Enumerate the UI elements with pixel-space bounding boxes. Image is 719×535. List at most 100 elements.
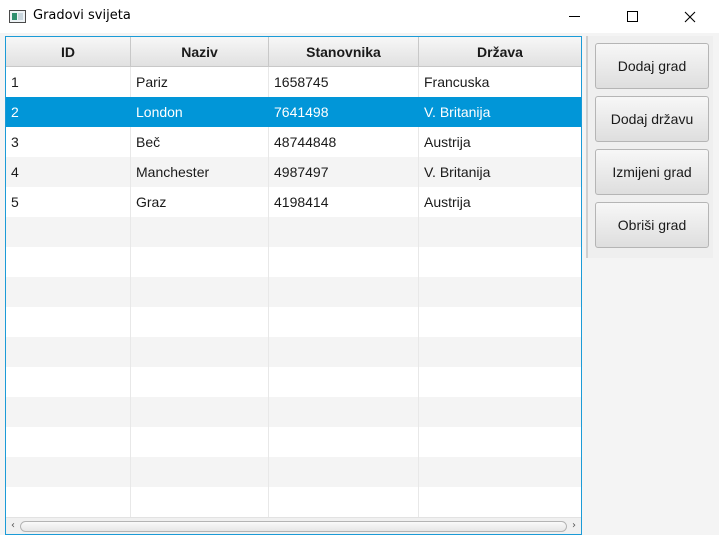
table-cell	[269, 247, 419, 277]
table-cell	[131, 247, 269, 277]
table-cell: 7641498	[269, 97, 419, 127]
table-cell: 2	[6, 97, 131, 127]
column-header-id[interactable]: ID	[6, 37, 131, 67]
table-cell: Manchester	[131, 157, 269, 187]
table-cell: Graz	[131, 187, 269, 217]
table-cell	[6, 367, 131, 397]
table-cell	[419, 307, 581, 337]
content-area: ID Naziv Stanovnika Država 1 Pariz 1658745…	[0, 33, 719, 535]
table-cell	[419, 367, 581, 397]
column-header-drzava[interactable]: Država	[419, 37, 581, 67]
table-cell	[6, 337, 131, 367]
empty-table-row[interactable]	[6, 457, 581, 487]
maximize-button[interactable]	[603, 0, 661, 33]
table-cell	[131, 277, 269, 307]
empty-table-row[interactable]	[6, 247, 581, 277]
table-cell	[269, 217, 419, 247]
table-cell: 4987497	[269, 157, 419, 187]
empty-table-row[interactable]	[6, 337, 581, 367]
window-title: Gradovi svijeta	[33, 8, 131, 23]
action-panel: Dodaj grad Dodaj državu Izmijeni grad Ob…	[586, 36, 713, 258]
table-cell: Beč	[131, 127, 269, 157]
column-header-stanovnika[interactable]: Stanovnika	[269, 37, 419, 67]
table-cell	[6, 487, 131, 517]
table-cell	[6, 217, 131, 247]
table-cell	[6, 427, 131, 457]
table-cell: Francuska	[424, 74, 490, 90]
table-cell: Pariz	[131, 67, 269, 97]
table-cell	[6, 277, 131, 307]
table-cell	[269, 487, 419, 517]
table-cell	[131, 457, 269, 487]
add-country-button[interactable]: Dodaj državu	[595, 96, 709, 142]
table-cell	[131, 337, 269, 367]
table-cell	[419, 427, 581, 457]
table-cell: 4	[6, 157, 131, 187]
table-cell: 48744848	[269, 127, 419, 157]
column-header-naziv[interactable]: Naziv	[131, 37, 269, 67]
table-cell	[6, 457, 131, 487]
table-cell: London	[131, 97, 269, 127]
table-row[interactable]: 2 London 7641498 V. Britanija	[6, 97, 581, 127]
table-cell	[419, 457, 581, 487]
delete-city-button[interactable]: Obriši grad	[595, 202, 709, 248]
table-cell: Austrija	[424, 194, 471, 210]
table-cell	[131, 217, 269, 247]
table-cell	[419, 397, 581, 427]
table-row[interactable]: 1 Pariz 1658745 Francuska	[6, 67, 581, 97]
table-row[interactable]: 5 Graz 4198414 Austrija	[6, 187, 581, 217]
table-cell	[131, 427, 269, 457]
table-cell: V. Britanija	[424, 104, 491, 120]
title-bar: Gradovi svijeta	[0, 0, 719, 33]
scroll-right-icon[interactable]: ›	[568, 520, 580, 532]
table-cell: 4198414	[269, 187, 419, 217]
table-cell	[419, 277, 581, 307]
minimize-button[interactable]	[545, 0, 603, 33]
table-header: ID Naziv Stanovnika Država	[6, 37, 581, 67]
table-cell	[6, 307, 131, 337]
table-cell	[6, 397, 131, 427]
empty-table-row[interactable]	[6, 307, 581, 337]
table-cell: 5	[6, 187, 131, 217]
minimize-icon	[568, 16, 580, 17]
scroll-left-icon[interactable]: ‹	[7, 520, 19, 532]
empty-table-row[interactable]	[6, 397, 581, 427]
table-body: 1 Pariz 1658745 Francuska 2 London 7641498 V. B…	[6, 67, 581, 517]
table-cell	[131, 397, 269, 427]
table-cell	[269, 277, 419, 307]
add-city-button[interactable]: Dodaj grad	[595, 43, 709, 89]
empty-table-row[interactable]	[6, 367, 581, 397]
table-cell	[269, 457, 419, 487]
app-icon	[9, 10, 26, 23]
maximize-icon	[626, 11, 638, 22]
table-row[interactable]: 4 Manchester 4987497 V. Britanija	[6, 157, 581, 187]
edit-city-button[interactable]: Izmijeni grad	[595, 149, 709, 195]
table-cell: 1658745	[269, 67, 419, 97]
table-cell	[419, 247, 581, 277]
empty-table-row[interactable]	[6, 277, 581, 307]
scrollbar-thumb[interactable]	[20, 521, 567, 532]
empty-table-row[interactable]	[6, 217, 581, 247]
table-cell	[419, 217, 581, 247]
table-cell	[131, 487, 269, 517]
empty-table-row[interactable]	[6, 427, 581, 457]
horizontal-scrollbar[interactable]: ‹ ›	[6, 517, 581, 534]
table-cell	[269, 397, 419, 427]
table-cell	[269, 307, 419, 337]
table-cell	[419, 337, 581, 367]
table-cell	[131, 307, 269, 337]
cities-table[interactable]: ID Naziv Stanovnika Država 1 Pariz 1658745…	[5, 36, 582, 535]
table-row[interactable]: 3 Beč 48744848 Austrija	[6, 127, 581, 157]
close-button[interactable]	[661, 0, 719, 33]
table-cell	[269, 337, 419, 367]
table-cell: 1	[6, 67, 131, 97]
table-cell	[269, 367, 419, 397]
empty-table-row[interactable]	[6, 487, 581, 517]
table-cell	[269, 427, 419, 457]
close-icon	[684, 11, 696, 22]
table-cell	[6, 247, 131, 277]
table-cell: 3	[6, 127, 131, 157]
table-cell: Austrija	[424, 134, 471, 150]
table-cell	[419, 487, 581, 517]
table-cell: V. Britanija	[424, 164, 491, 180]
